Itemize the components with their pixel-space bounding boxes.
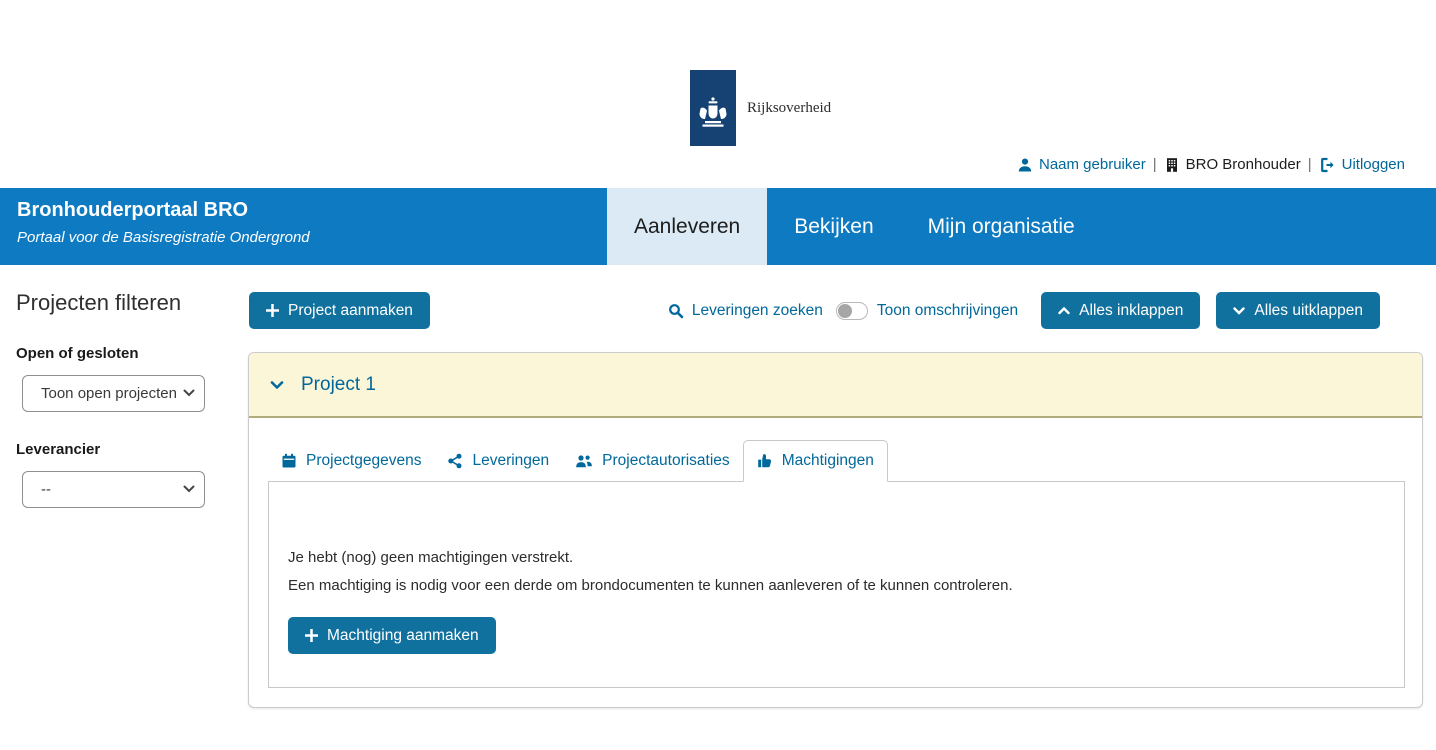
main-navbar: Bronhouderportaal BRO Portaal voor de Ba… [0,188,1436,265]
project-title: Project 1 [301,374,376,396]
user-name: Naam gebruiker [1039,156,1146,173]
logout-icon [1319,157,1336,173]
users-icon [575,453,593,469]
sidebar-title: Projecten filteren [16,290,226,316]
user-icon [1017,157,1033,173]
collapse-all-label: Alles inklappen [1079,302,1183,320]
current-user-link[interactable]: Naam gebruiker [1017,156,1146,173]
authorisation-info-text: Een machtiging is nodig voor een derde o… [288,572,1384,600]
create-authorisation-button[interactable]: Machtiging aanmaken [288,617,496,654]
tab-machtigingen[interactable]: Machtigingen [743,440,888,482]
plus-icon [266,304,279,317]
create-project-label: Project aanmaken [288,302,413,320]
leverancier-select-wrap: -- [22,471,205,508]
tab-label: Projectgegevens [306,452,421,470]
collapse-all-button[interactable]: Alles inklappen [1041,292,1200,329]
share-icon [447,453,463,469]
tab-label: Projectautorisaties [602,452,730,470]
tab-label: Leveringen [472,452,549,470]
user-bar: Naam gebruiker | BRO Bronhouder [1017,156,1405,173]
expand-all-label: Alles uitklappen [1254,302,1363,320]
plus-icon [305,629,318,642]
project-header[interactable]: Project 1 [249,353,1422,418]
expand-all-button[interactable]: Alles uitklappen [1216,292,1380,329]
nav-item-bekijken[interactable]: Bekijken [767,188,900,265]
calendar-icon [281,453,297,469]
toolbar-right-group: Leveringen zoeken Toon omschrijvingen Al… [668,292,1380,329]
search-deliveries-link[interactable]: Leveringen zoeken [668,302,823,320]
project-card-body: Projectgegevens Leveringen [249,418,1422,707]
create-authorisation-label: Machtiging aanmaken [327,627,479,645]
brand-block: Bronhouderportaal BRO Portaal voor de Ba… [17,199,310,246]
rijksoverheid-coat-of-arms [690,70,736,146]
create-project-button[interactable]: Project aanmaken [249,292,430,329]
tab-leveringen[interactable]: Leveringen [434,440,562,481]
search-icon [668,303,684,319]
open-gesloten-select-wrap: Toon open projecten [22,375,205,412]
tab-label: Machtigingen [782,452,874,470]
logout-label: Uitloggen [1342,156,1405,173]
separator: | [1301,156,1319,173]
no-authorisations-text: Je hebt (nog) geen machtigingen verstrek… [288,544,1384,572]
machtigingen-panel: Je hebt (nog) geen machtigingen verstrek… [268,481,1405,688]
filter-label-open-gesloten: Open of gesloten [16,345,226,362]
search-deliveries-label: Leveringen zoeken [692,302,823,320]
projects-toolbar: Project aanmaken Leveringen zoeken Toon … [249,292,1423,329]
open-gesloten-select[interactable]: Toon open projecten [22,375,205,412]
filter-sidebar: Projecten filteren Open of gesloten Toon… [16,290,226,508]
organisation-name: BRO Bronhouder [1186,156,1301,173]
filter-label-leverancier: Leverancier [16,441,226,458]
building-icon [1164,157,1180,173]
coat-of-arms-icon [697,96,729,136]
project-tabs: Projectgegevens Leveringen [268,440,1405,481]
leverancier-select[interactable]: -- [22,471,205,508]
project-card: Project 1 Projectg [248,352,1423,708]
tab-projectgegevens[interactable]: Projectgegevens [268,440,434,481]
nav-menu: Aanleveren Bekijken Mijn organisatie [607,188,1102,265]
toggle-knob [838,304,852,318]
separator: | [1146,156,1164,173]
chevron-up-icon [1058,307,1070,315]
show-descriptions-toggle[interactable] [836,302,868,320]
thumbs-up-icon [757,453,773,469]
nav-item-mijn-organisatie[interactable]: Mijn organisatie [901,188,1102,265]
bronhouderportaal-page: Rijksoverheid Naam gebruiker | [0,0,1436,750]
organisation-indicator: BRO Bronhouder [1164,156,1301,173]
nav-item-aanleveren[interactable]: Aanleveren [607,188,767,265]
logout-link[interactable]: Uitloggen [1319,156,1405,173]
rijksoverheid-logo: Rijksoverheid [690,70,831,146]
app-title: Bronhouderportaal BRO [17,199,310,222]
show-descriptions-label: Toon omschrijvingen [877,302,1018,320]
chevron-down-icon [1233,307,1245,315]
chevron-down-icon [270,380,284,390]
top-header: Rijksoverheid Naam gebruiker | [0,0,1436,188]
app-subtitle: Portaal voor de Basisregistratie Ondergr… [17,229,310,246]
logo-label: Rijksoverheid [747,100,831,146]
tab-projectautorisaties[interactable]: Projectautorisaties [562,440,743,481]
